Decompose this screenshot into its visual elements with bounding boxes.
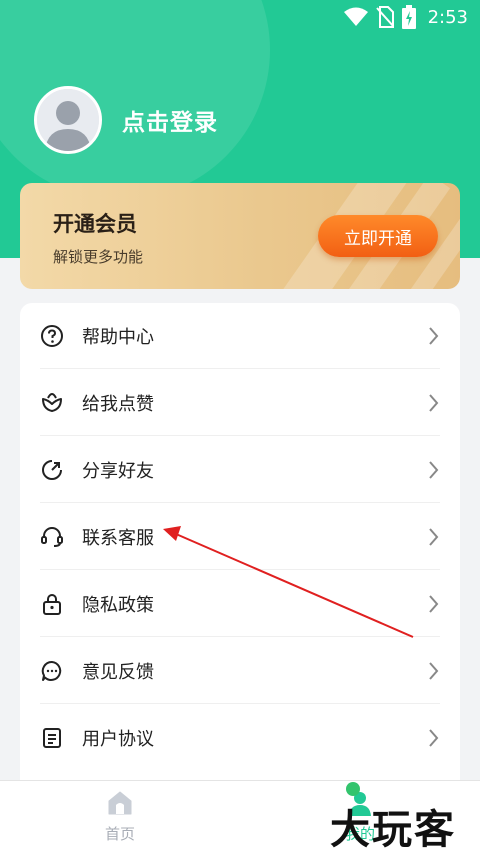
login-link[interactable]: 点击登录 <box>122 103 218 137</box>
home-icon <box>108 791 132 815</box>
watermark-logo: 大玩客 <box>326 779 476 853</box>
menu-item-help[interactable]: 帮助中心 <box>40 303 440 369</box>
menu-item-label: 联系客服 <box>82 527 154 549</box>
lock-icon <box>40 592 64 616</box>
vip-title: 开通会员 <box>53 212 137 236</box>
chevron-right-icon <box>429 326 439 345</box>
avatar[interactable] <box>34 86 102 154</box>
menu-item-label: 隐私政策 <box>82 594 154 616</box>
menu-item-share[interactable]: 分享好友 <box>40 437 440 503</box>
chevron-right-icon <box>429 729 439 747</box>
menu-item-label: 帮助中心 <box>82 326 154 348</box>
tab-home[interactable]: 首页 <box>80 789 160 844</box>
chevron-right-icon <box>429 527 439 546</box>
menu-card: 帮助中心 给我点赞 分享好友 联系客服 隐私政策 意见反馈 用户协议 <box>20 303 460 803</box>
headset-icon <box>40 525 64 549</box>
document-icon <box>40 726 64 750</box>
status-time: 2:53 <box>427 6 468 28</box>
menu-item-privacy[interactable]: 隐私政策 <box>40 571 440 637</box>
vip-open-button[interactable]: 立即开通 <box>318 215 438 257</box>
menu-item-label: 分享好友 <box>82 460 154 482</box>
profile-section[interactable]: 点击登录 <box>34 86 218 154</box>
help-circle-icon <box>40 324 64 348</box>
share-icon <box>40 458 64 482</box>
menu-item-feedback[interactable]: 意见反馈 <box>40 638 440 704</box>
status-bar: 2:53 <box>0 0 480 34</box>
no-sim-icon <box>375 6 394 28</box>
chevron-right-icon <box>429 460 439 479</box>
chat-bubble-icon <box>40 659 64 683</box>
chevron-right-icon <box>429 393 439 412</box>
vip-subtitle: 解锁更多功能 <box>53 248 144 266</box>
menu-item-label: 用户协议 <box>82 729 154 750</box>
chevron-right-icon <box>429 661 439 680</box>
vip-card[interactable]: 开通会员 解锁更多功能 立即开通 <box>20 183 460 289</box>
flower-icon <box>40 391 64 415</box>
menu-item-agreement[interactable]: 用户协议 <box>40 705 440 771</box>
menu-item-support[interactable]: 联系客服 <box>40 504 440 570</box>
menu-item-like[interactable]: 给我点赞 <box>40 370 440 436</box>
chevron-right-icon <box>429 594 439 613</box>
tab-label: 首页 <box>104 825 135 843</box>
watermark-text: 大玩客 <box>330 806 456 853</box>
menu-item-label: 给我点赞 <box>82 393 154 415</box>
battery-charging-icon <box>401 5 416 29</box>
wifi-icon <box>343 7 368 26</box>
menu-item-label: 意见反馈 <box>82 661 154 683</box>
default-avatar-icon <box>37 89 99 151</box>
